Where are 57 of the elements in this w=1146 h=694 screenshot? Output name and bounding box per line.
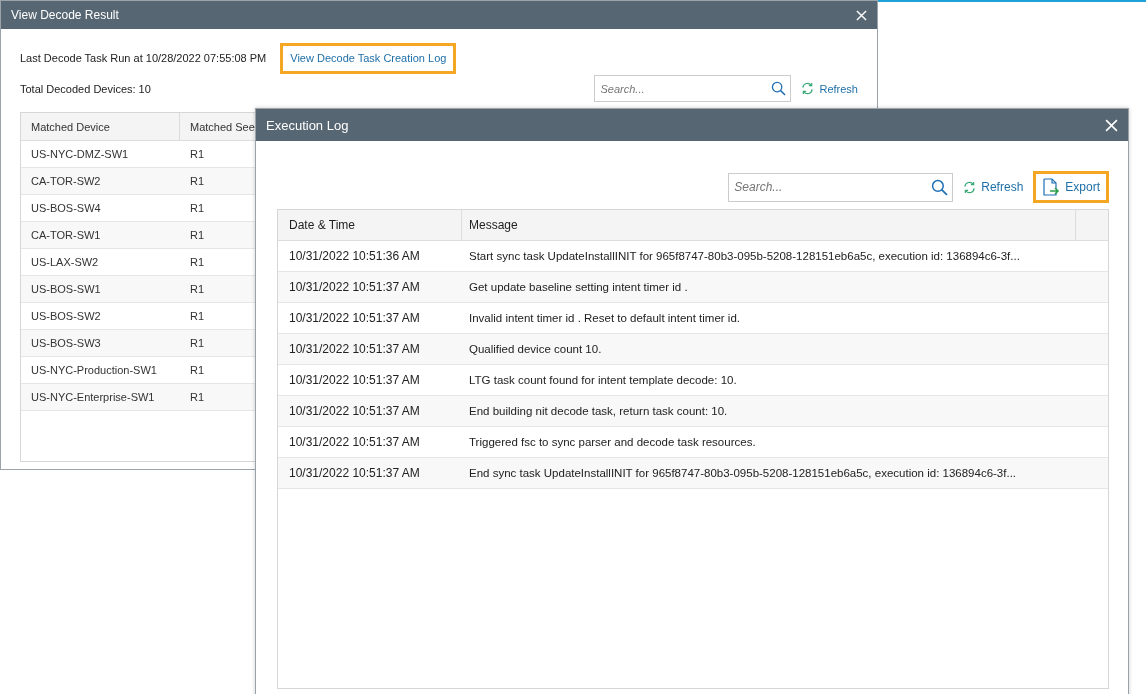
window-title: View Decode Result: [11, 8, 119, 22]
table-cell-text: R1: [189, 201, 205, 216]
last-run-text: Last Decode Task Run at 10/28/2022 07:55:08 PM: [20, 52, 267, 64]
table-cell-text: US-NYC-Enterprise-SW1: [30, 390, 156, 405]
refresh-button[interactable]: Refresh: [801, 80, 858, 97]
search-field[interactable]: Search...: [728, 172, 954, 202]
column-header: Matched See: [189, 119, 255, 135]
export-button[interactable]: Export: [1033, 171, 1109, 203]
table-cell-text: 10/31/2022 10:51:37 AM: [288, 310, 421, 327]
table-cell-text: LTG task count found for intent template decode: 10.: [468, 373, 738, 388]
search-icon: [931, 178, 949, 196]
table-cell-text: US-NYC-Production-SW1: [30, 363, 158, 378]
table-cell-text: R1: [189, 336, 205, 351]
table-cell-text: R1: [189, 255, 205, 270]
table-cell-text: R1: [189, 174, 205, 189]
table-cell-text: US-BOS-SW1: [30, 282, 102, 297]
table-cell-text: End building nit decode task, return task count: 10.: [468, 404, 729, 419]
refresh-button[interactable]: Refresh: [963, 178, 1024, 196]
table-cell-text: 10/31/2022 10:51:37 AM: [288, 279, 421, 296]
export-file-icon: [1042, 178, 1061, 196]
table-cell-text: US-LAX-SW2: [30, 255, 100, 270]
total-devices-text: Total Decoded Devices: 10: [20, 82, 151, 95]
table-cell-text: 10/31/2022 10:51:37 AM: [288, 341, 421, 358]
column-header: Message: [462, 210, 1076, 240]
refresh-icon: [801, 82, 815, 95]
table-cell-text: R1: [189, 147, 205, 162]
table-cell-text: 10/31/2022 10:51:37 AM: [288, 434, 421, 451]
table-cell-text: Qualified device count 10.: [468, 342, 603, 357]
table-cell-text: US-BOS-SW2: [30, 309, 102, 324]
refresh-icon: [963, 180, 977, 194]
table-cell-text: CA-TOR-SW1: [30, 228, 102, 243]
column-header: Matched Device: [21, 113, 180, 140]
table-cell-text: R1: [189, 390, 205, 405]
table-cell-text: Get update baseline setting intent timer id .: [468, 280, 689, 295]
search-field[interactable]: Search...: [594, 75, 792, 102]
table-cell-text: US-NYC-DMZ-SW1: [30, 147, 130, 162]
table-cell-text: Invalid intent timer id . Reset to default intent timer id.: [468, 311, 742, 326]
table-cell-text: US-BOS-SW3: [30, 336, 102, 351]
close-icon[interactable]: [1105, 118, 1118, 132]
window-title: Execution Log: [266, 117, 349, 133]
table-cell-text: R1: [189, 363, 205, 378]
column-header: Date & Time: [278, 210, 462, 240]
table-cell-text: 10/31/2022 10:51:37 AM: [288, 465, 421, 482]
table-cell-text: R1: [189, 282, 205, 297]
table-cell-text: 10/31/2022 10:51:37 AM: [288, 372, 421, 389]
table-cell-text: US-BOS-SW4: [30, 201, 102, 216]
creation-log-link[interactable]: View Decode Task Creation Log: [280, 42, 457, 74]
table-cell-text: CA-TOR-SW2: [30, 174, 102, 189]
table-cell-text: 10/31/2022 10:51:36 AM: [288, 248, 421, 265]
search-icon: [771, 81, 787, 96]
table-cell-text: R1: [189, 309, 205, 324]
table-cell-text: 10/31/2022 10:51:37 AM: [288, 403, 421, 420]
table-cell-text: Triggered fsc to sync parser and decode task resources.: [468, 435, 757, 450]
table-cell-text: Start sync task UpdateInstallINIT for 965f8747-80b3-095b-5208-128151eb6a5c, execution id: 136894c6-3f...: [468, 249, 1021, 264]
table-cell-text: End sync task UpdateInstallINIT for 965f8747-80b3-095b-5208-128151eb6a5c, execution id: 136894c6-3f...: [468, 466, 1018, 481]
close-icon[interactable]: [856, 9, 867, 21]
table-cell-text: R1: [189, 228, 205, 243]
